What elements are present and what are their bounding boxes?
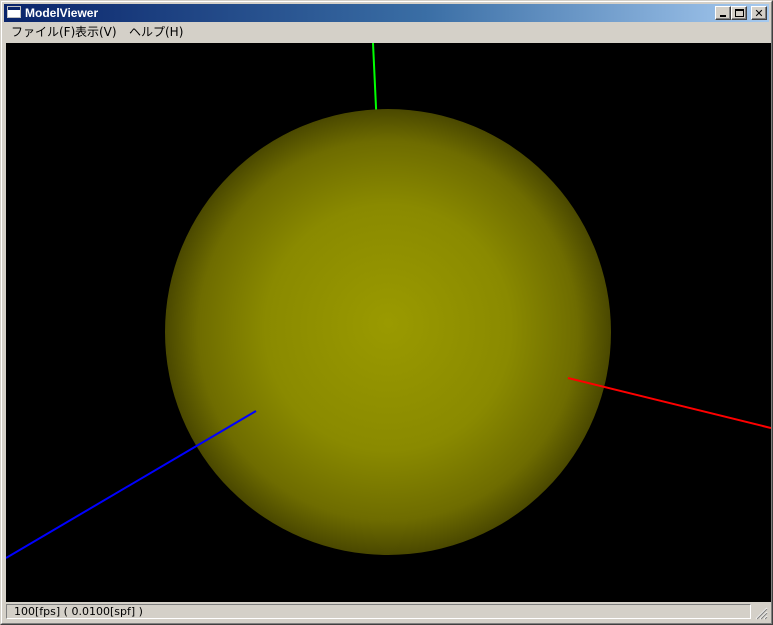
close-button[interactable]: ✕ — [751, 6, 767, 20]
close-icon: ✕ — [754, 7, 764, 20]
sphere — [165, 109, 611, 555]
minimize-button[interactable] — [715, 6, 731, 20]
scene-canvas — [6, 43, 771, 559]
status-text: 100[fps] ( 0.0100[spf] ) — [6, 604, 751, 619]
window-title: ModelViewer — [25, 6, 99, 20]
menu-file[interactable]: ファイル(F) — [7, 24, 79, 40]
window-icon[interactable] — [7, 6, 21, 18]
minimize-icon — [720, 15, 726, 17]
maximize-button[interactable] — [731, 6, 747, 20]
maximize-icon — [735, 9, 744, 17]
status-bar: 100[fps] ( 0.0100[spf] ) — [4, 602, 769, 621]
menu-help[interactable]: ヘルプ(H) — [125, 24, 187, 40]
resize-grip-icon[interactable] — [755, 607, 768, 620]
3d-viewport[interactable] — [6, 43, 771, 602]
title-bar[interactable]: ModelViewer ✕ — [4, 4, 769, 22]
window-frame: ModelViewer ✕ ファイル(F) 表示(V) ヘルプ(H) 100[f… — [1, 1, 772, 624]
menu-view[interactable]: 表示(V) — [71, 24, 121, 40]
menu-bar: ファイル(F) 表示(V) ヘルプ(H) — [4, 23, 769, 41]
z-axis-line — [6, 410, 257, 559]
application-window: ModelViewer ✕ ファイル(F) 表示(V) ヘルプ(H) 100[f… — [0, 0, 773, 625]
